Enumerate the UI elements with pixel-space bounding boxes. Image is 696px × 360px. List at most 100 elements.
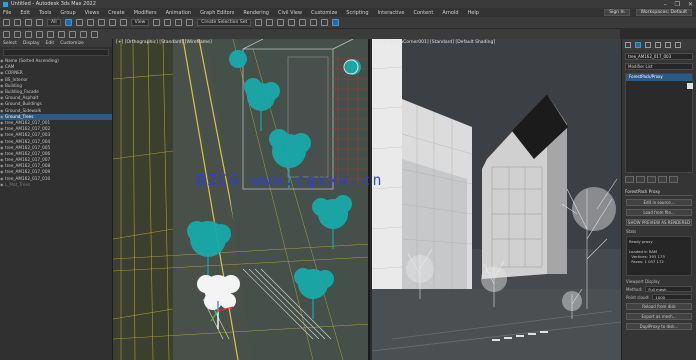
point-cloud-row: Point cloud: 1000	[626, 294, 692, 300]
select-object-icon[interactable]	[64, 19, 72, 26]
reference-coord-dropdown[interactable]: View	[130, 19, 150, 26]
rollout-title[interactable]: ForestPack Proxy	[625, 189, 693, 196]
export-as-mesh-button[interactable]: Export as mesh...	[626, 313, 692, 320]
scene-filter-input[interactable]	[3, 49, 109, 56]
viewport-camera[interactable]: [+] [CameraCorner001] [Standard] [Defaul…	[372, 39, 621, 360]
forest-pack-icon[interactable]	[69, 30, 76, 38]
percent-snap-icon[interactable]	[186, 19, 194, 26]
unlink-icon[interactable]	[36, 19, 43, 26]
create-plane-icon[interactable]	[36, 30, 43, 38]
menu-graph-editors[interactable]: Graph Editors	[200, 10, 234, 16]
menu-group[interactable]: Group	[60, 10, 75, 16]
align-icon[interactable]	[266, 19, 274, 26]
configure-modifier-sets-icon[interactable]	[669, 176, 678, 183]
scatter-icon[interactable]	[91, 30, 98, 38]
object-color-swatch[interactable]	[687, 83, 693, 89]
show-end-result-icon[interactable]	[636, 176, 645, 183]
tab-customize[interactable]: Customize	[60, 41, 84, 46]
mirror-icon[interactable]	[255, 19, 263, 26]
selection-set-dropdown[interactable]: Create Selection Set	[197, 19, 252, 26]
hierarchy-tab-icon[interactable]	[645, 42, 651, 48]
create-sphere-icon[interactable]	[14, 30, 21, 38]
menu-create[interactable]: Create	[108, 10, 125, 16]
menu-animation[interactable]: Animation	[166, 10, 192, 16]
scene-tree-item-label: tree_AM162_017_006	[5, 150, 51, 156]
link-icon[interactable]	[25, 19, 32, 26]
scene-tree-item-label: Ground_Trees	[5, 113, 34, 119]
tab-edit[interactable]: Edit	[45, 41, 54, 46]
menu-help[interactable]: Help	[468, 10, 479, 16]
tab-select[interactable]: Select	[3, 41, 17, 46]
maximize-button[interactable]: ❐	[675, 1, 680, 8]
tab-display[interactable]: Display	[23, 41, 40, 46]
menu-tools[interactable]: Tools	[39, 10, 51, 16]
layer-explorer-icon[interactable]	[277, 19, 285, 26]
scene-tree-item-label: tree_AM162_017_009	[5, 169, 51, 175]
render-frame-icon[interactable]	[321, 19, 329, 26]
viewport-orthographic[interactable]: [+] [Orthographic] [Standard] [Wireframe…	[113, 39, 370, 360]
curve-editor-icon[interactable]	[288, 19, 296, 26]
menu-interactive[interactable]: Interactive	[378, 10, 405, 16]
menu-content[interactable]: Content	[413, 10, 433, 16]
menu-scripting[interactable]: Scripting	[346, 10, 368, 16]
display-tab-icon[interactable]	[665, 42, 671, 48]
menu-civil-view[interactable]: Civil View	[278, 10, 302, 16]
menu-modifiers[interactable]: Modifiers	[134, 10, 157, 16]
modifier-list-dropdown[interactable]: Modifier List	[625, 63, 693, 70]
angle-snap-icon[interactable]	[175, 19, 183, 26]
method-row: Method: Full mesh	[626, 286, 692, 292]
menu-arnold[interactable]: Arnold	[442, 10, 458, 16]
create-tab-icon[interactable]	[625, 42, 631, 48]
reload-from-disk-button[interactable]: Reload from disk	[626, 303, 692, 310]
watermark-text: BZCG www.cgxxw.cn	[196, 171, 384, 189]
edit-in-source-button[interactable]: Edit in source...	[626, 199, 692, 206]
scene-tree-item-label: Ground_Buildings	[5, 101, 42, 107]
pivot-icon[interactable]	[153, 19, 161, 26]
viewport-right-label[interactable]: [+] [CameraCorner001] [Standard] [Defaul…	[375, 40, 495, 45]
render-icon[interactable]	[332, 19, 340, 26]
menu-customize[interactable]: Customize	[311, 10, 337, 16]
menu-views[interactable]: Views	[85, 10, 99, 16]
rectangle-selection-icon[interactable]	[86, 19, 94, 26]
viewport-left-label[interactable]: [+] [Orthographic] [Standard] [Wireframe…	[116, 40, 212, 45]
pin-stack-icon[interactable]	[625, 176, 634, 183]
object-name-field[interactable]: tree_AM162_017_003	[625, 53, 693, 60]
menu-rendering[interactable]: Rendering	[243, 10, 269, 16]
create-cylinder-icon[interactable]	[25, 30, 32, 38]
dupl-proxy-button[interactable]: DuplProxy to disk...	[626, 323, 692, 330]
minimize-button[interactable]: –	[664, 1, 667, 8]
window-controls: – ❐ ✕	[664, 0, 693, 8]
undo-icon[interactable]	[3, 19, 10, 26]
remove-modifier-icon[interactable]	[658, 176, 667, 183]
snap-icon[interactable]	[164, 19, 172, 26]
close-button[interactable]: ✕	[688, 1, 693, 8]
show-preview-button[interactable]: SHOW PREVIEW AS RENDERED	[626, 219, 692, 226]
menu-file[interactable]: File	[3, 10, 11, 16]
motion-tab-icon[interactable]	[655, 42, 661, 48]
scene-tree-item-label: tree_AM162_017_010	[5, 175, 51, 181]
scene-tree-item-label: Ground_Asphalt	[5, 95, 39, 101]
rotate-icon[interactable]	[108, 19, 116, 26]
load-from-file-button[interactable]: Load from file...	[626, 209, 692, 216]
move-icon[interactable]	[97, 19, 105, 26]
railclone-icon[interactable]	[80, 30, 87, 38]
sign-in-button[interactable]: Sign In	[604, 9, 630, 16]
scale-icon[interactable]	[119, 19, 127, 26]
make-unique-icon[interactable]	[647, 176, 656, 183]
render-setup-icon[interactable]	[310, 19, 318, 26]
create-light-icon[interactable]	[47, 30, 54, 38]
modify-tab-icon[interactable]	[635, 42, 641, 48]
create-box-icon[interactable]	[3, 30, 10, 38]
menu-edit[interactable]: Edit	[20, 10, 30, 16]
utilities-tab-icon[interactable]	[675, 42, 681, 48]
point-cloud-field[interactable]: 1000	[652, 294, 692, 300]
method-dropdown[interactable]: Full mesh	[645, 286, 692, 292]
select-by-name-icon[interactable]	[75, 19, 83, 26]
redo-icon[interactable]	[14, 19, 21, 26]
scene-tree-item[interactable]: ◉ L_Mat_Trees	[0, 182, 112, 188]
stack-item[interactable]: ForestPack/Proxy	[626, 74, 692, 81]
material-editor-icon[interactable]	[299, 19, 307, 26]
workspace-dropdown[interactable]: Workspaces: Default	[635, 9, 692, 16]
create-camera-icon[interactable]	[58, 30, 65, 38]
selection-filter-dropdown[interactable]: All	[47, 19, 61, 26]
